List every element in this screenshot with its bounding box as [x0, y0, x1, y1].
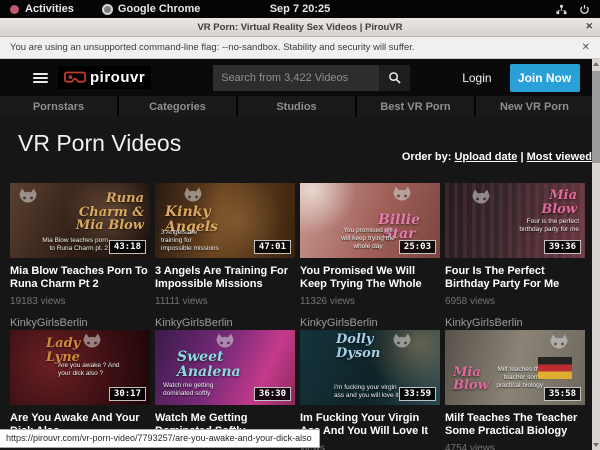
video-views: views: [300, 443, 440, 450]
nav-item-studios[interactable]: Studios: [238, 96, 355, 117]
window-title: VR Porn: Virtual Reality Sex Videos | Pi…: [197, 22, 402, 33]
window-close-icon[interactable]: ✕: [585, 21, 593, 32]
video-title-link[interactable]: Im Fucking Your Virgin Ass And You Will …: [300, 412, 440, 438]
video-studio-link[interactable]: KinkyGirlsBerlin: [300, 317, 440, 329]
thumbnail-caption: You promised we will keep trying the who…: [338, 227, 398, 251]
main-nav-menu: Pornstars Categories Studios Best VR Por…: [0, 96, 600, 117]
video-studio-link[interactable]: KinkyGirlsBerlin: [10, 317, 150, 329]
video-studio-link[interactable]: KinkyGirlsBerlin: [155, 317, 295, 329]
video-thumbnail[interactable]: Billie StarYou promised we will keep try…: [300, 183, 440, 258]
duration-badge: 36:30: [254, 387, 291, 401]
duration-badge: 30:17: [109, 387, 146, 401]
page-content: VR Porn Videos Order by: Upload date | M…: [0, 129, 600, 450]
duration-badge: 39:36: [544, 240, 581, 254]
nav-item-pornstars[interactable]: Pornstars: [0, 96, 117, 117]
video-card: Runa Charm & Mia Blow Mia Blow teaches po…: [10, 183, 150, 330]
order-most-viewed-link[interactable]: Most viewed: [527, 151, 592, 163]
video-thumbnail[interactable]: Kinky Angels3 Angels are training for im…: [155, 183, 295, 258]
thumbnail-performer-name: Lady Lyne: [46, 337, 104, 364]
duration-badge: 47:01: [254, 240, 291, 254]
nav-item-categories[interactable]: Categories: [119, 96, 236, 117]
page-scrollbar[interactable]: [592, 59, 600, 450]
video-views: 11111 views: [155, 296, 295, 308]
thumbnail-caption: Are you awake ? And your dick also ?: [58, 362, 120, 378]
login-link[interactable]: Login: [462, 71, 491, 85]
duration-badge: 43:18: [109, 240, 146, 254]
system-clock[interactable]: Sep 7 20:25: [0, 3, 600, 15]
video-thumbnail[interactable]: Mia BlowMilf teaches the teacher some pr…: [445, 330, 585, 405]
order-separator: |: [517, 151, 526, 163]
duration-badge: 33:59: [399, 387, 436, 401]
video-thumbnail[interactable]: Dolly Dyson I'm fucking your virgin ass a…: [300, 330, 440, 405]
video-title-link[interactable]: You Promised We Will Keep Trying The Who…: [300, 265, 440, 291]
scrollbar-down-arrow[interactable]: [593, 443, 599, 447]
search-button[interactable]: [379, 65, 410, 91]
german-flag-icon: [538, 357, 572, 379]
video-card: Dolly Dyson I'm fucking your virgin ass a…: [300, 330, 440, 450]
system-top-bar: Activities Google Chrome Sep 7 20:25: [0, 0, 600, 18]
status-url-tooltip: https://pirouvr.com/vr-porn-video/779325…: [0, 429, 320, 448]
cat-mask-icon: [547, 333, 571, 358]
video-card: Mia Blow Four is the perfect birthday par…: [445, 183, 585, 330]
site-header: pirouvr Login Join Now: [0, 59, 600, 96]
browser-title-bar[interactable]: VR Porn: Virtual Reality Sex Videos | Pi…: [0, 18, 600, 37]
video-thumbnail[interactable]: Mia Blow Four is the perfect birthday par…: [445, 183, 585, 258]
thumbnail-performer-name: Mia Blow: [519, 189, 577, 216]
video-thumbnail[interactable]: Sweet Analena Watch me getting dominated …: [155, 330, 295, 405]
search-input[interactable]: [213, 65, 379, 91]
order-by-controls: Order by: Upload date | Most viewed: [402, 151, 592, 163]
scrollbar-thumb[interactable]: [592, 71, 600, 163]
order-upload-date-link[interactable]: Upload date: [454, 151, 517, 163]
thumbnail-performer-name: Runa Charm & Mia Blow: [60, 192, 144, 233]
cat-mask-icon: [390, 185, 414, 210]
video-thumbnail[interactable]: Runa Charm & Mia Blow Mia Blow teaches po…: [10, 183, 150, 258]
video-views: 6958 views: [445, 296, 585, 308]
cat-mask-icon: [469, 188, 493, 213]
video-card: Mia BlowMilf teaches the teacher some pr…: [445, 330, 585, 450]
site-logo[interactable]: pirouvr: [58, 66, 151, 89]
network-icon[interactable]: [556, 4, 567, 15]
duration-badge: 35:58: [544, 387, 581, 401]
video-grid: Runa Charm & Mia Blow Mia Blow teaches po…: [10, 183, 590, 450]
thumbnail-performer-name: Sweet Analena: [177, 350, 263, 379]
vr-goggles-icon: [64, 71, 86, 85]
video-title-link[interactable]: Mia Blow Teaches Porn To Runa Charm Pt 2: [10, 265, 150, 291]
nav-item-best-vr-porn[interactable]: Best VR Porn: [357, 96, 474, 117]
warning-text: You are using an unsupported command-lin…: [10, 42, 415, 53]
chrome-warning-bar: You are using an unsupported command-lin…: [0, 37, 600, 59]
search-bar: [213, 65, 410, 91]
search-icon: [388, 71, 401, 84]
video-title-link[interactable]: 3 Angels Are Training For Impossible Mis…: [155, 265, 295, 291]
thumbnail-performer-name: Dolly Dyson: [336, 333, 406, 360]
cat-mask-icon: [16, 187, 40, 212]
join-now-button[interactable]: Join Now: [510, 64, 580, 92]
thumbnail-caption: Four is the perfect birthday party for m…: [511, 218, 579, 234]
logo-text: pirouvr: [90, 69, 145, 86]
video-views: 11326 views: [300, 296, 440, 308]
video-studio-link[interactable]: KinkyGirlsBerlin: [445, 317, 585, 329]
warning-close-icon[interactable]: ✕: [582, 42, 590, 53]
duration-badge: 25:03: [399, 240, 436, 254]
video-title-link[interactable]: Milf Teaches The Teacher Some Practical …: [445, 412, 585, 438]
thumbnail-caption: I'm fucking your virgin ass and you will…: [334, 384, 402, 400]
video-title-link[interactable]: Four Is The Perfect Birthday Party For M…: [445, 265, 585, 291]
browser-window: Activities Google Chrome Sep 7 20:25 VR …: [0, 0, 600, 450]
thumbnail-caption: 3 Angels are training for impossible mis…: [161, 229, 219, 253]
power-icon[interactable]: [579, 4, 590, 15]
order-by-label: Order by:: [402, 151, 452, 163]
video-card: Billie StarYou promised we will keep try…: [300, 183, 440, 330]
nav-item-new-vr-porn[interactable]: New VR Porn: [476, 96, 593, 117]
video-views: 19183 views: [10, 296, 150, 308]
video-thumbnail[interactable]: Lady LyneAre you awake ? And your dick a…: [10, 330, 150, 405]
thumbnail-caption: Mia Blow teaches porn to Runa Charm pt. …: [42, 237, 108, 253]
scrollbar-up-arrow[interactable]: [593, 62, 599, 66]
thumbnail-caption: Milf teaches the teacher some practical …: [483, 366, 543, 390]
video-views: 4754 views: [445, 443, 585, 450]
video-card: Kinky Angels3 Angels are training for im…: [155, 183, 295, 330]
hamburger-icon[interactable]: [33, 71, 48, 85]
thumbnail-caption: Watch me getting dominated softly: [163, 382, 221, 398]
